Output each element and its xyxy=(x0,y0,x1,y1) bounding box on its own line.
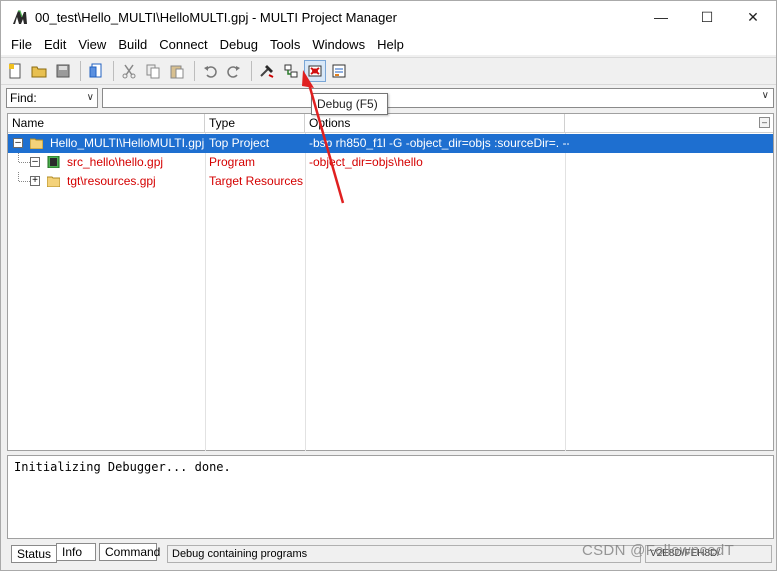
output-text: Initializing Debugger... done. xyxy=(14,460,231,474)
tree-row-top-project[interactable]: – Hello_MULTI\HelloMULTI.gpj Top Project… xyxy=(8,134,773,153)
tree-item-label: tgt\resources.gpj xyxy=(67,174,156,188)
chevron-down-icon[interactable]: ∨ xyxy=(762,90,769,101)
menu-bar: File Edit View Build Connect Debug Tools… xyxy=(1,33,776,55)
toolbar-separator xyxy=(194,61,195,81)
find-scope-select[interactable]: Find: ∨ xyxy=(6,88,98,108)
minimize-button[interactable]: — xyxy=(638,1,684,33)
save-icon[interactable] xyxy=(52,60,74,82)
cut-icon[interactable] xyxy=(118,60,140,82)
tree-cell-options: -object_dir=objs\hello xyxy=(309,155,423,169)
tree-cell-name: + tgt\resources.gpj xyxy=(8,172,204,191)
menu-help[interactable]: Help xyxy=(371,37,410,52)
column-header-name[interactable]: Name xyxy=(8,114,205,133)
toolbar-separator xyxy=(251,61,252,81)
open-folder-icon[interactable] xyxy=(28,60,50,82)
menu-tools[interactable]: Tools xyxy=(264,37,306,52)
tree-cell-type: Program xyxy=(209,155,256,169)
maximize-button[interactable]: ☐ xyxy=(684,1,730,33)
toolbar-separator xyxy=(80,61,81,81)
multi-app-icon xyxy=(9,6,31,28)
tree-cell-options: -bsp rh850_f1l -G -object_dir=objs :sour… xyxy=(309,136,569,150)
build-tools-icon[interactable] xyxy=(256,60,278,82)
tree-header: Name Type Options – xyxy=(8,114,773,133)
tree-cell-name: – Hello_MULTI\HelloMULTI.gpj xyxy=(8,134,204,153)
menu-edit[interactable]: Edit xyxy=(38,37,72,52)
title-bar: 00_test\Hello_MULTI\HelloMULTI.gpj - MUL… xyxy=(1,1,776,33)
chevron-down-icon: ∨ xyxy=(86,92,94,103)
debug-icon[interactable] xyxy=(304,60,326,82)
tab-command[interactable]: Command xyxy=(99,543,160,561)
redo-icon[interactable] xyxy=(223,60,245,82)
tree-row-program[interactable]: – src_hello\hello.gpj Program -object_di… xyxy=(8,153,773,172)
toolbar-separator xyxy=(113,61,114,81)
column-header-type[interactable]: Type xyxy=(205,114,305,133)
expand-node-icon[interactable]: + xyxy=(30,176,40,186)
menu-build[interactable]: Build xyxy=(112,37,153,52)
output-pane[interactable]: Initializing Debugger... done. xyxy=(7,455,774,539)
undo-icon[interactable] xyxy=(199,60,221,82)
menu-view[interactable]: View xyxy=(72,37,112,52)
project-tree[interactable]: Name Type Options – – Hello_MULTI\HelloM… xyxy=(7,113,774,451)
tree-cell-type: Target Resources xyxy=(209,174,304,188)
tree-cell-options xyxy=(309,172,569,191)
program-icon xyxy=(47,156,60,168)
tree-item-label: Hello_MULTI\HelloMULTI.gpj xyxy=(50,136,204,150)
toolbar xyxy=(1,57,776,85)
folder-icon xyxy=(30,138,43,149)
menu-connect[interactable]: Connect xyxy=(153,37,213,52)
menu-file[interactable]: File xyxy=(5,37,38,52)
debug-tooltip: Debug (F5) xyxy=(311,93,388,115)
connect-target-icon[interactable] xyxy=(280,60,302,82)
watermark: CSDN @FollowncedT xyxy=(582,542,735,559)
paste-icon[interactable] xyxy=(166,60,188,82)
tree-cell-type: Top Project xyxy=(209,136,270,150)
window-title: 00_test\Hello_MULTI\HelloMULTI.gpj - MUL… xyxy=(35,9,397,25)
collapse-node-icon[interactable]: – xyxy=(30,157,40,167)
menu-windows[interactable]: Windows xyxy=(306,37,371,52)
tree-cell-name: – src_hello\hello.gpj xyxy=(8,153,204,172)
tree-item-label: src_hello\hello.gpj xyxy=(67,155,164,169)
close-button[interactable]: ✕ xyxy=(730,1,776,33)
folder-icon xyxy=(47,176,60,187)
collapse-node-icon[interactable]: – xyxy=(13,138,23,148)
project-manager-window: 00_test\Hello_MULTI\HelloMULTI.gpj - MUL… xyxy=(0,0,777,571)
collapse-pane-icon[interactable]: – xyxy=(759,117,770,128)
find-input[interactable]: ∨ xyxy=(102,88,774,108)
menu-debug[interactable]: Debug xyxy=(214,37,264,52)
find-bar: Find: ∨ ∨ xyxy=(1,86,776,110)
copy-icon[interactable] xyxy=(142,60,164,82)
window-controls: — ☐ ✕ xyxy=(638,1,776,33)
tab-status[interactable]: Status xyxy=(11,545,58,563)
status-message: Debug containing programs xyxy=(167,545,641,563)
tab-info[interactable]: Info xyxy=(56,543,96,561)
find-label: Find: xyxy=(10,91,37,105)
column-header-options[interactable]: Options xyxy=(305,114,565,133)
new-file-icon[interactable] xyxy=(4,60,26,82)
edit-settings-icon[interactable] xyxy=(328,60,350,82)
tree-row-target-resources[interactable]: + tgt\resources.gpj Target Resources xyxy=(8,172,773,191)
new-project-icon[interactable] xyxy=(85,60,107,82)
